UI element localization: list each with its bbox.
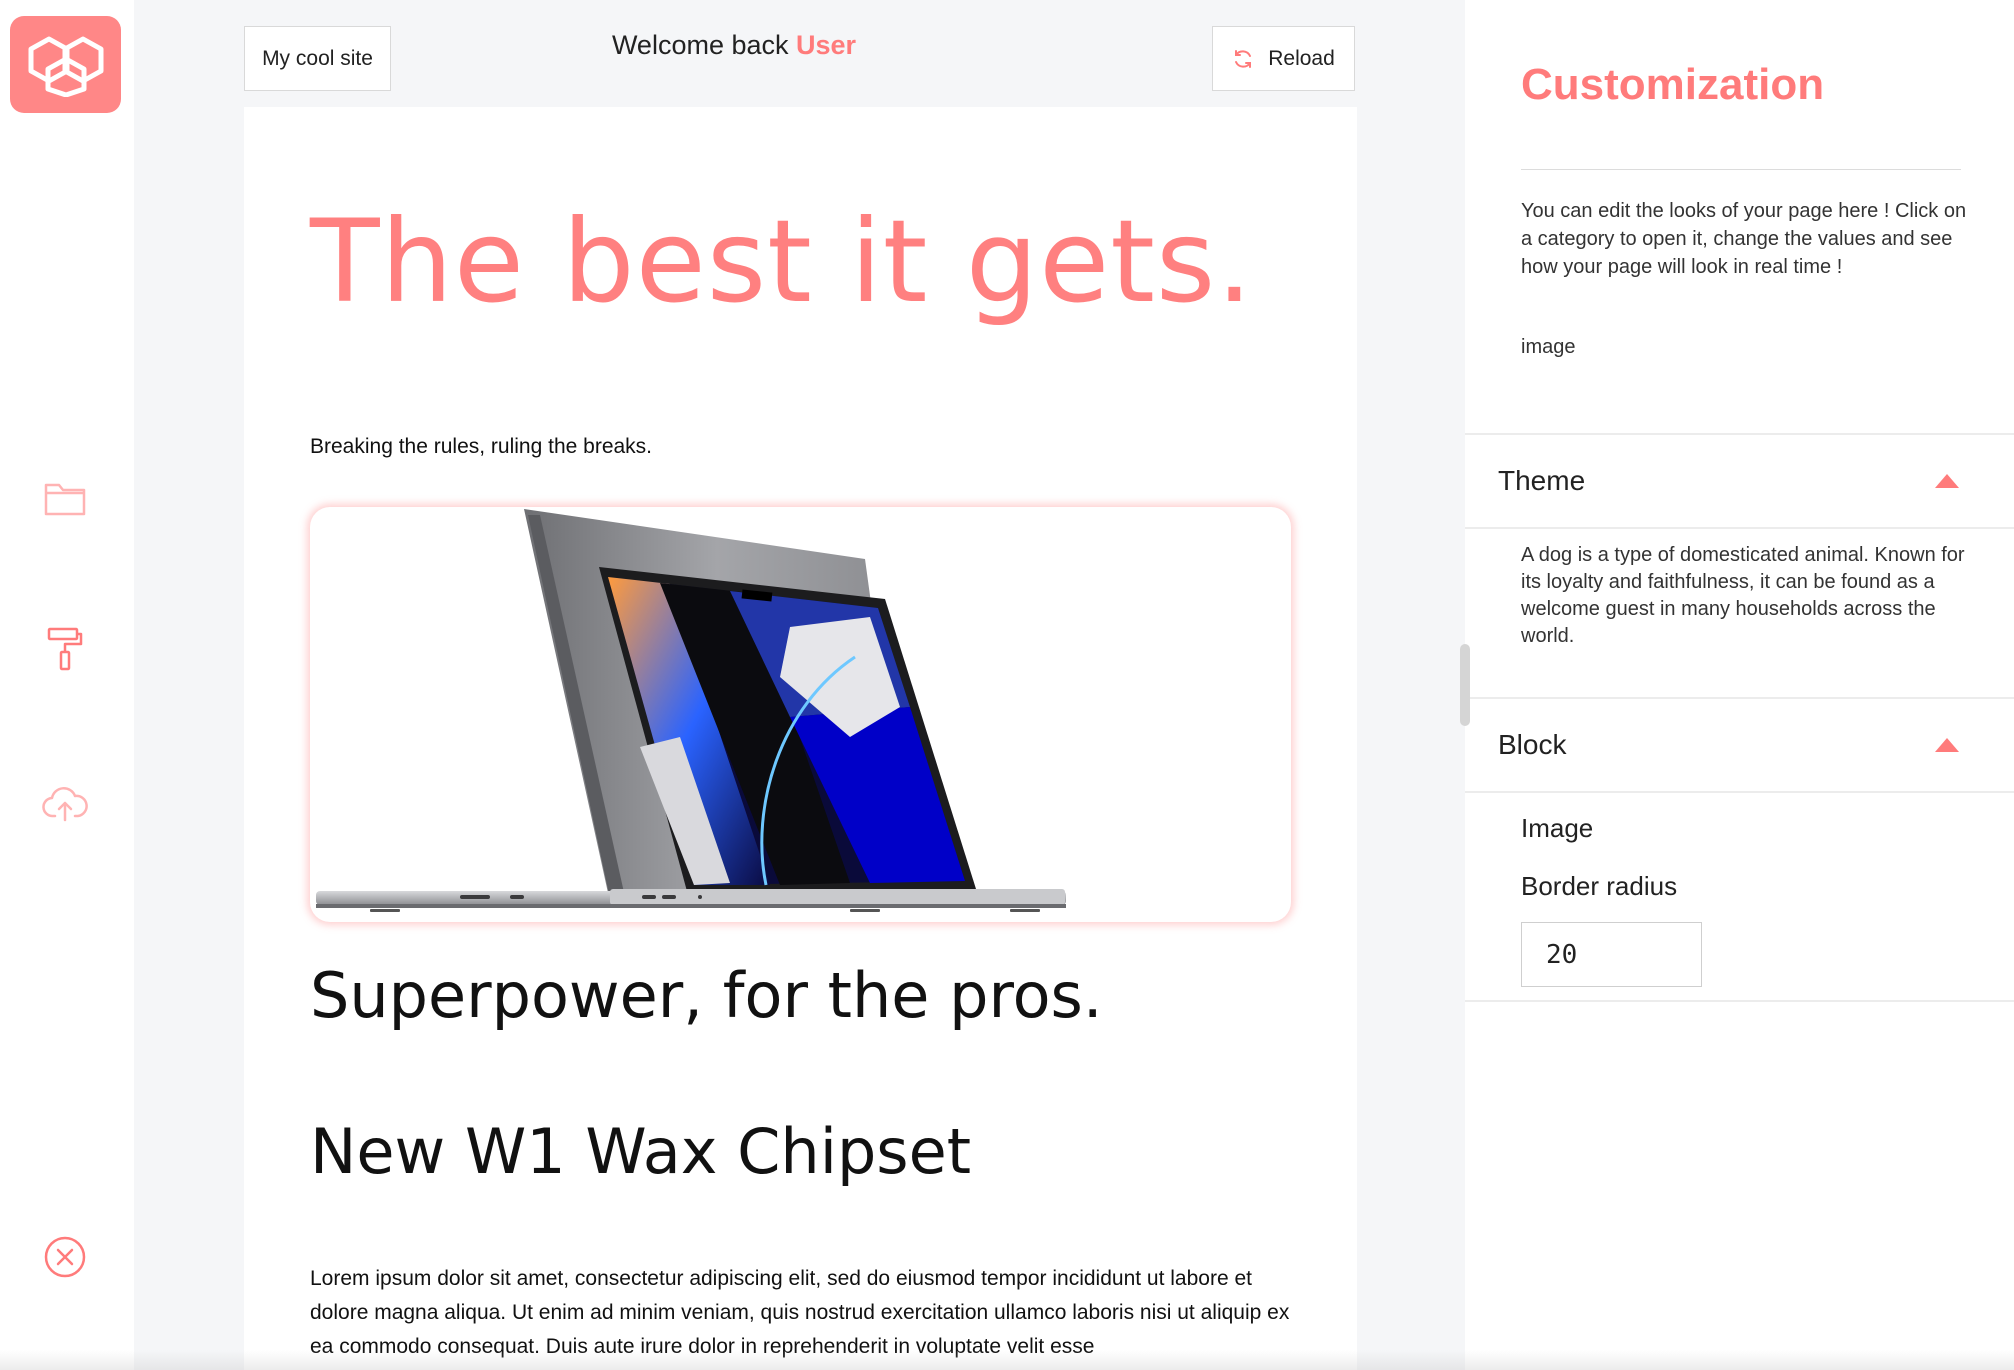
reload-button[interactable]: Reload bbox=[1212, 26, 1355, 91]
hero-subtitle: Breaking the rules, ruling the breaks. bbox=[310, 435, 653, 458]
section-header-block[interactable]: Block bbox=[1465, 699, 2014, 791]
cloud-upload-icon[interactable] bbox=[40, 780, 90, 830]
image-label: Image bbox=[1521, 813, 1594, 843]
section-label-block: Block bbox=[1498, 729, 1567, 760]
border-radius-input[interactable] bbox=[1521, 922, 1702, 987]
laptop-image[interactable] bbox=[310, 507, 1291, 922]
divider bbox=[1465, 1000, 2014, 1002]
section-heading-pros: Superpower, for the pros. bbox=[310, 959, 1103, 1032]
body-paragraph: Lorem ipsum dolor sit amet, consectetur … bbox=[310, 1267, 1290, 1358]
paint-roller-icon[interactable] bbox=[40, 624, 90, 674]
divider bbox=[1465, 527, 2014, 529]
welcome-text: Welcome back bbox=[611, 30, 797, 60]
panel-intro-image: image bbox=[1521, 336, 1576, 358]
section-heading-chipset: New W1 Wax Chipset bbox=[310, 1115, 972, 1188]
editor-canvas: My cool site Welcome back User Reload Th… bbox=[134, 0, 1464, 1370]
panel-divider bbox=[1521, 169, 1961, 170]
panel-title: Customization bbox=[1521, 60, 1825, 109]
reload-icon bbox=[1235, 49, 1252, 68]
border-radius-label: Border radius bbox=[1521, 871, 1678, 901]
user-name: User bbox=[796, 30, 857, 60]
site-selector-button[interactable]: My cool site bbox=[244, 26, 391, 91]
collapse-arrow-icon[interactable] bbox=[1934, 473, 1960, 489]
hexagon-logo-icon[interactable] bbox=[10, 16, 121, 113]
collapse-arrow-icon[interactable] bbox=[1934, 737, 1960, 753]
folder-icon[interactable] bbox=[40, 474, 90, 524]
page-preview: The best it gets. Breaking the rules, ru… bbox=[244, 107, 1357, 1370]
hero-title: The best it gets. bbox=[310, 195, 1254, 328]
panel-intro: You can edit the looks of your page here… bbox=[1521, 200, 1967, 278]
welcome-message: Welcome back User bbox=[534, 30, 934, 61]
close-circle-icon[interactable] bbox=[40, 1232, 90, 1282]
panel-resize-handle[interactable] bbox=[1460, 644, 1470, 726]
reload-label: Reload bbox=[1268, 46, 1335, 70]
divider bbox=[1465, 791, 2014, 793]
section-description-theme: A dog is a type of domesticated animal. … bbox=[1521, 544, 1965, 647]
customization-panel: Customization You can edit the looks of … bbox=[1465, 0, 2014, 1370]
sidebar bbox=[0, 0, 134, 1370]
section-label-theme: Theme bbox=[1498, 465, 1586, 496]
section-header-theme[interactable]: Theme bbox=[1465, 435, 2014, 527]
